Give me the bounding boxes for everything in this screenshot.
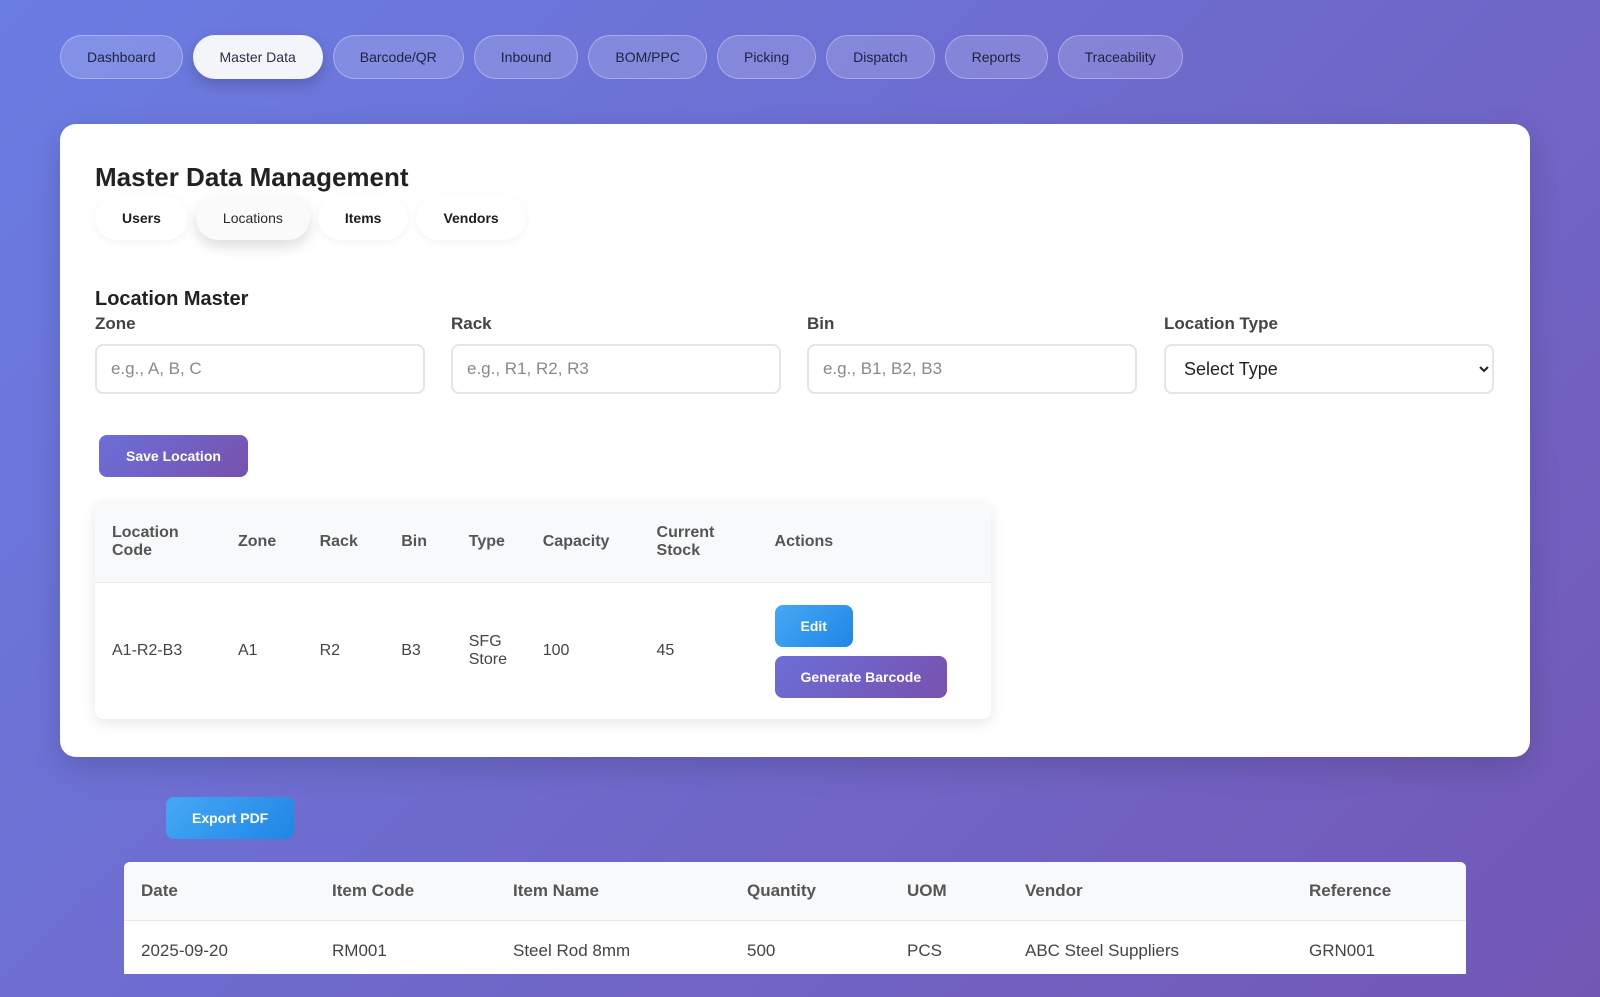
cell-zone: A1 [238, 642, 258, 659]
nav-tab-bom-ppc[interactable]: BOM/PPC [588, 35, 707, 79]
cell-vendor: ABC Steel Suppliers [1025, 941, 1180, 960]
cell-item-name: Steel Rod 8mm [513, 941, 631, 960]
section-title: Location Master [95, 288, 249, 310]
nav-tab-traceability[interactable]: Traceability [1057, 35, 1183, 79]
col-capacity: Capacity [525, 502, 640, 583]
bin-label: Bin [807, 314, 835, 333]
zone-field: Zone [95, 314, 425, 394]
export-pdf-button[interactable]: Export PDF [166, 797, 295, 839]
save-location-button[interactable]: Save Location [99, 435, 248, 477]
cell-type: SFG Store [468, 633, 507, 668]
location-type-field: Location Type Select Type [1164, 314, 1494, 394]
col-vendor: Vendor [1008, 862, 1292, 921]
zone-input[interactable] [95, 344, 425, 394]
inbound-report-table-container: Date Item Code Item Name Quantity UOM Ve… [124, 862, 1466, 974]
top-nav: Dashboard Master Data Barcode/QR Inbound… [60, 35, 1183, 79]
nav-tab-barcode-qr[interactable]: Barcode/QR [332, 35, 464, 79]
col-zone: Zone [221, 502, 303, 583]
col-current-stock: Current Stock [639, 502, 758, 583]
subtabs: Users Locations Items Vendors [95, 196, 526, 240]
cell-date: 2025-09-20 [141, 941, 228, 960]
col-actions: Actions [757, 502, 991, 583]
cell-reference: GRN001 [1309, 941, 1376, 960]
nav-tab-dispatch[interactable]: Dispatch [826, 35, 935, 79]
zone-label: Zone [95, 314, 136, 333]
nav-tab-inbound[interactable]: Inbound [473, 35, 579, 79]
nav-tab-picking[interactable]: Picking [716, 35, 817, 79]
cell-item-code: RM001 [332, 941, 387, 960]
location-type-label: Location Type [1164, 314, 1278, 333]
col-item-name: Item Name [496, 862, 730, 921]
col-item-code: Item Code [315, 862, 496, 921]
rack-label: Rack [451, 314, 492, 333]
bin-field: Bin [807, 314, 1137, 394]
cell-bin: B3 [401, 642, 421, 659]
table-row: A1-R2-B3 A1 R2 B3 SFG Store 100 45 Edit … [95, 583, 991, 720]
nav-tab-dashboard[interactable]: Dashboard [60, 35, 183, 79]
table-row: 2025-09-20 RM001 Steel Rod 8mm 500 PCS A… [124, 921, 1466, 975]
location-table-header-row: Location Code Zone Rack Bin Type Capacit… [95, 502, 991, 583]
col-date: Date [124, 862, 315, 921]
nav-tab-master-data[interactable]: Master Data [192, 35, 323, 79]
nav-tab-reports[interactable]: Reports [944, 35, 1048, 79]
master-data-card: Master Data Management Users Locations I… [60, 124, 1530, 757]
col-location-code: Location Code [95, 502, 221, 583]
cell-uom: PCS [907, 941, 942, 960]
edit-button[interactable]: Edit [774, 604, 853, 647]
rack-input[interactable] [451, 344, 781, 394]
subtab-items[interactable]: Items [317, 196, 409, 240]
subtab-users[interactable]: Users [95, 196, 188, 240]
col-type: Type [451, 502, 526, 583]
location-table-container: Location Code Zone Rack Bin Type Capacit… [95, 502, 991, 719]
cell-actions: Edit Generate Barcode [758, 583, 991, 720]
cell-capacity: 100 [542, 642, 570, 659]
location-type-select[interactable]: Select Type [1164, 344, 1494, 394]
subtab-vendors[interactable]: Vendors [416, 196, 526, 240]
subtab-locations[interactable]: Locations [195, 196, 310, 240]
location-table: Location Code Zone Rack Bin Type Capacit… [95, 502, 991, 719]
generate-barcode-button[interactable]: Generate Barcode [774, 655, 948, 698]
cell-current-stock: 45 [656, 642, 675, 659]
cell-quantity: 500 [747, 941, 776, 960]
cell-location-code: A1-R2-B3 [112, 642, 183, 659]
report-header-row: Date Item Code Item Name Quantity UOM Ve… [124, 862, 1466, 921]
col-bin: Bin [384, 502, 452, 583]
cell-rack: R2 [319, 642, 341, 659]
col-quantity: Quantity [730, 862, 890, 921]
bin-input[interactable] [807, 344, 1137, 394]
col-rack: Rack [302, 502, 385, 583]
rack-field: Rack [451, 314, 781, 394]
col-uom: UOM [890, 862, 1008, 921]
inbound-report-table: Date Item Code Item Name Quantity UOM Ve… [124, 862, 1466, 974]
page-title: Master Data Management [95, 162, 409, 192]
col-reference: Reference [1292, 862, 1466, 921]
